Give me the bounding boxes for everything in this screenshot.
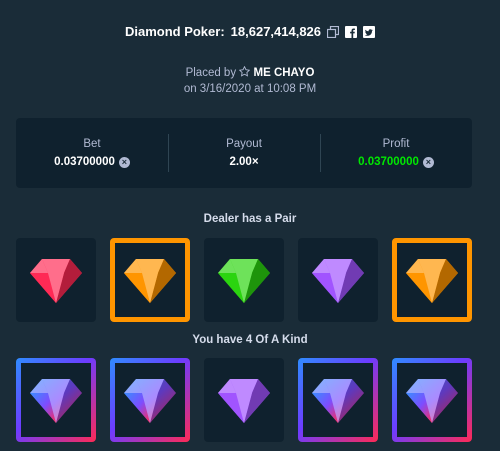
payout-value-row: 2.00× [229,156,258,168]
dealer-hand-title: Dealer has a Pair [203,213,297,225]
red-gem-icon [28,255,84,305]
bet-id: 18,627,414,826 [230,24,322,39]
placed-info: Placed by ME CHAYO on 3/16/2020 at 10:08… [0,65,500,97]
dealer-gem-card [204,238,284,322]
purple-gem-icon [216,375,272,425]
purple-gem-icon [310,255,366,305]
profit-stat: Profit 0.03700000 × [320,118,472,188]
placed-date: on 3/16/2020 at 10:08 PM [183,83,317,95]
dealer-hand [16,238,482,326]
bet-stats-panel: Bet 0.03700000 × Payout 2.00× Profit 0.0… [16,118,472,188]
profit-value-row: 0.03700000 × [358,156,434,168]
player-hand-title: You have 4 Of A Kind [192,334,308,346]
dealer-gem-card [16,238,96,322]
dealer-gem-card [110,238,190,322]
player-gem-card [298,358,378,442]
player-gem-card [392,358,472,442]
bet-header: Diamond Poker: 18,627,414,826 [0,24,500,39]
profit-label: Profit [382,138,410,150]
placed-by-label: Placed by [185,67,237,79]
multi-gem-icon [122,375,178,425]
payout-value: 2.00× [229,156,259,168]
twitter-icon[interactable] [363,25,376,38]
username[interactable]: ME CHAYO [254,67,315,79]
multi-gem-icon [310,375,366,425]
currency-icon: × [422,156,434,168]
multi-gem-icon [28,375,84,425]
bet-value-row: 0.03700000 × [54,156,130,168]
player-hand [16,358,482,446]
facebook-icon[interactable] [345,25,358,38]
orange-gem-icon [404,255,460,305]
dealer-gem-card [298,238,378,322]
green-gem-icon [216,255,272,305]
player-gem-card [110,358,190,442]
player-gem-card [16,358,96,442]
star-icon [239,65,251,82]
profit-value: 0.03700000 [358,156,419,168]
player-gem-card [204,358,284,442]
payout-stat: Payout 2.00× [168,118,320,188]
bet-label: Bet [83,138,101,150]
multi-gem-icon [404,375,460,425]
game-name: Diamond Poker: [124,24,225,39]
copy-icon[interactable] [327,25,340,38]
orange-gem-icon [122,255,178,305]
payout-label: Payout [226,138,262,150]
bet-stat: Bet 0.03700000 × [16,118,168,188]
dealer-gem-card [392,238,472,322]
currency-icon: × [118,156,130,168]
bet-value: 0.03700000 [54,156,115,168]
